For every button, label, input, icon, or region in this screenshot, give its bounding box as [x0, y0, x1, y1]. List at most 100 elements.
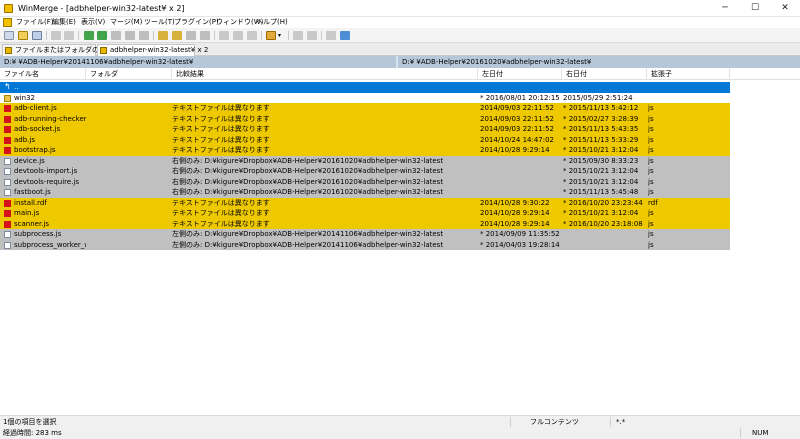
table-row[interactable]: subprocess_worker_wi... 左側のみ: D:¥kigure¥D… — [0, 239, 730, 250]
cell-extension: js — [648, 156, 654, 165]
menu-help[interactable]: ヘルプ(H) — [256, 18, 288, 27]
maximize-icon[interactable]: ☐ — [740, 0, 770, 17]
tab-label: adbhelper-win32-latest¥ x 2 — [110, 46, 209, 54]
refresh-icon[interactable] — [326, 31, 336, 40]
cell-left-date: 2014/10/28 9:29:14 — [480, 146, 550, 154]
cell-extension: js — [648, 104, 654, 112]
column-header-folder[interactable]: フォルダ — [86, 68, 172, 80]
table-row[interactable]: subprocess.js 左側のみ: D:¥kigure¥Dropbox¥ADB… — [0, 229, 730, 240]
next-diff-icon[interactable] — [84, 31, 94, 40]
column-header-result[interactable]: 比較結果 — [172, 68, 478, 80]
cell-right-date — [563, 82, 647, 93]
table-row[interactable]: adb-socket.js テキストファイルは異なります 2014/09/03 22… — [0, 124, 730, 135]
chevron-down-icon[interactable]: ▾ — [278, 31, 284, 40]
copy-left-advance-icon[interactable] — [200, 31, 210, 40]
undo-icon[interactable] — [51, 31, 61, 40]
expand-icon[interactable] — [307, 31, 317, 40]
cell-right-date: * 2015/11/13 5:33:29 — [563, 135, 639, 144]
table-row[interactable]: scanner.js テキストファイルは異なります 2014/10/28 9:29:… — [0, 218, 730, 229]
menu-edit[interactable]: 編集(E) — [52, 18, 76, 27]
status-bar-secondary: 経過時間: 283 ms NUM — [0, 427, 800, 439]
left-path[interactable]: D:¥ ¥ADB-Helper¥20141106¥adbhelper-win32… — [0, 56, 396, 68]
toolbar: ▾ — [0, 28, 800, 43]
cell-right-date: * 2015/11/13 5:45:48 — [563, 188, 639, 196]
cell-left-date — [480, 156, 562, 167]
tab-select-files[interactable]: ファイルまたはフォルダの選択... — [2, 44, 120, 56]
cell-folder — [86, 166, 172, 177]
cell-left-date: * 2014/09/09 11:35:52 — [480, 230, 560, 238]
table-row[interactable]: device.js 右側のみ: D:¥kigure¥Dropbox¥ADB-Hel… — [0, 155, 730, 167]
tree-view-icon[interactable] — [293, 31, 303, 40]
cell-result: 左側のみ: D:¥kigure¥Dropbox¥ADB-Helper¥20141… — [172, 230, 444, 238]
cell-left-date — [480, 82, 562, 93]
redo-icon[interactable] — [64, 31, 74, 40]
table-row[interactable]: adb-running-checker.js テキストファイルは異なります 2014… — [0, 113, 730, 124]
cell-left-date: * 2014/04/03 19:28:14 — [480, 240, 560, 249]
table-row[interactable]: ↰.. — [0, 82, 730, 93]
table-row[interactable]: bootstrap.js テキストファイルは異なります 2014/10/28 9:2… — [0, 145, 730, 156]
table-row[interactable]: win32 * 2016/08/01 20:12:15 2015/05/29 2:5… — [0, 92, 730, 103]
table-row[interactable]: devtools-import.js 右側のみ: D:¥kigure¥Dropbo… — [0, 166, 730, 177]
cell-filename: adb-socket.js — [14, 125, 61, 133]
cell-extension: js — [648, 188, 654, 196]
copy-right-advance-icon[interactable] — [186, 31, 196, 40]
menu-file[interactable]: ファイル(F) — [16, 18, 54, 27]
cell-result: 右側のみ: D:¥kigure¥Dropbox¥ADB-Helper¥20161… — [172, 188, 444, 196]
menu-merge[interactable]: マージ(M) — [110, 18, 142, 27]
close-icon[interactable]: ✕ — [770, 0, 800, 17]
cell-right-date: * 2016/10/20 23:18:08 — [563, 219, 643, 228]
cell-filename: adb-running-checker.js — [14, 114, 86, 123]
status-separator — [510, 417, 511, 427]
all-right-icon[interactable] — [219, 31, 229, 40]
cell-result — [172, 82, 478, 93]
last-diff-icon[interactable] — [139, 31, 149, 40]
right-path[interactable]: D:¥ ¥ADB-Helper¥20161020¥adbhelper-win32… — [398, 56, 800, 68]
cell-extension: js — [648, 230, 654, 238]
delete-icon[interactable] — [247, 31, 257, 40]
save-icon[interactable] — [32, 31, 42, 40]
table-row[interactable]: devtools-require.js 右側のみ: D:¥kigure¥Dropb… — [0, 176, 730, 187]
up-icon: ↰ — [4, 82, 11, 91]
cell-result: 左側のみ: D:¥kigure¥Dropbox¥ADB-Helper¥20141… — [172, 240, 444, 249]
column-header-right-date[interactable]: 右日付 — [562, 68, 647, 80]
table-row[interactable]: main.js テキストファイルは異なります 2014/10/28 9:29:14 *… — [0, 208, 730, 219]
cell-left-date — [480, 166, 562, 177]
column-header-left-date[interactable]: 左日付 — [478, 68, 562, 80]
toolbar-separator — [261, 31, 262, 40]
current-diff-icon[interactable] — [125, 31, 135, 40]
cell-result: 右側のみ: D:¥kigure¥Dropbox¥ADB-Helper¥20161… — [172, 156, 444, 165]
cell-result: テキストファイルは異なります — [172, 198, 270, 207]
menu-view[interactable]: 表示(V) — [81, 18, 105, 27]
cell-folder — [86, 198, 172, 209]
file-diff-icon — [4, 210, 11, 217]
new-file-icon[interactable] — [4, 31, 14, 40]
help-icon[interactable] — [340, 31, 350, 40]
all-left-icon[interactable] — [233, 31, 243, 40]
options-icon[interactable] — [266, 31, 276, 40]
minimize-icon[interactable]: ─ — [710, 0, 740, 17]
cell-filename: install.rdf — [14, 198, 47, 207]
table-row[interactable]: fastboot.js 右側のみ: D:¥kigure¥Dropbox¥ADB-H… — [0, 187, 730, 198]
list-header: ファイル名 フォルダ 比較結果 左日付 右日付 拡張子 — [0, 68, 800, 80]
open-folder-icon[interactable] — [18, 31, 28, 40]
table-row[interactable]: adb.js テキストファイルは異なります 2014/10/24 14:47:02 *… — [0, 134, 730, 145]
cell-left-date: 2014/09/03 22:11:52 — [480, 114, 555, 123]
column-header-extension[interactable]: 拡張子 — [647, 68, 730, 80]
file-unique-icon — [4, 168, 11, 175]
file-diff-icon — [4, 147, 11, 154]
prev-diff-icon[interactable] — [97, 31, 107, 40]
menu-plugins[interactable]: プラグイン(P) — [174, 18, 219, 27]
menu-tools[interactable]: ツール(T) — [144, 18, 175, 27]
tab-folder-compare[interactable]: adbhelper-win32-latest¥ x 2 — [97, 44, 208, 56]
table-row[interactable]: adb-client.js テキストファイルは異なります 2014/09/03 22… — [0, 103, 730, 114]
cell-left-date: 2014/09/03 22:11:52 — [480, 125, 555, 133]
first-diff-icon[interactable] — [111, 31, 121, 40]
copy-left-icon[interactable] — [172, 31, 182, 40]
tab-bar: ファイルまたはフォルダの選択... adbhelper-win32-latest… — [0, 43, 800, 56]
column-header-filename[interactable]: ファイル名 — [0, 68, 86, 80]
table-row[interactable]: install.rdf テキストファイルは異なります 2014/10/28 9:30… — [0, 197, 730, 209]
compare-mode-status: フルコンテンツ — [530, 418, 579, 426]
cell-extension: js — [648, 125, 654, 133]
copy-right-icon[interactable] — [158, 31, 168, 40]
cell-folder — [86, 208, 172, 219]
